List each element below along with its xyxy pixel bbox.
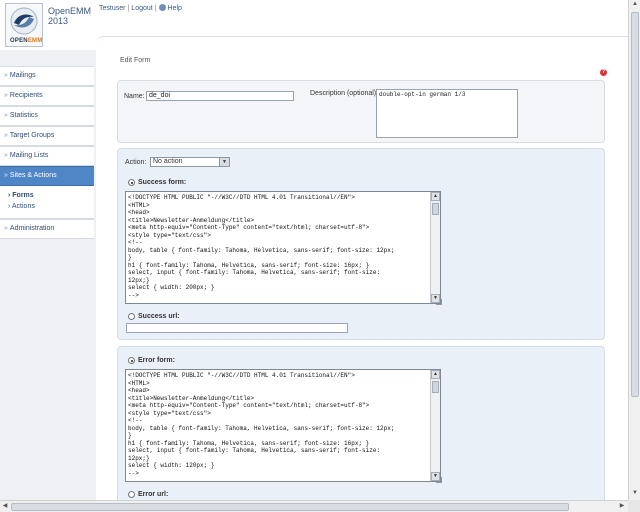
sidebar-subitem-forms[interactable]: › Forms bbox=[8, 190, 94, 201]
name-input[interactable]: de_doi bbox=[146, 91, 294, 101]
success-url-label: Success url: bbox=[138, 313, 180, 320]
error-panel: Error form: <!DOCTYPE HTML PUBLIC "-//W3… bbox=[117, 346, 605, 506]
chevron-right-icon: » bbox=[4, 225, 8, 232]
sidebar-subitem-actions[interactable]: › Actions bbox=[8, 201, 94, 212]
error-form-editor[interactable]: <!DOCTYPE HTML PUBLIC "-//W3C//DTD HTML … bbox=[125, 369, 441, 482]
scrollbar-thumb[interactable] bbox=[11, 503, 569, 511]
form-details-panel: Name: de_doi Description (optional): dou… bbox=[117, 80, 605, 143]
user-link[interactable]: Testuser bbox=[99, 5, 125, 12]
resize-grip-icon[interactable] bbox=[436, 477, 442, 483]
chevron-right-icon: » bbox=[4, 152, 8, 159]
scrollbar-thumb[interactable] bbox=[432, 381, 439, 393]
chevron-right-icon: » bbox=[4, 92, 8, 99]
sidebar-item-administration[interactable]: » Administration bbox=[0, 219, 94, 239]
sidebar: » Mailings » Recipients » Statistics » Targe… bbox=[0, 66, 94, 239]
success-url-input[interactable] bbox=[126, 323, 348, 333]
scroll-down-icon[interactable]: ▼ bbox=[631, 490, 639, 498]
sidebar-item-target-groups[interactable]: » Target Groups bbox=[0, 126, 94, 146]
editor-scrollbar[interactable]: ▲ ▼ bbox=[430, 370, 440, 481]
help-icon[interactable] bbox=[158, 4, 166, 11]
action-select-value: No action bbox=[153, 158, 183, 165]
scrollbar-corner bbox=[628, 500, 640, 512]
action-label: Action: bbox=[125, 159, 147, 166]
app-name: OpenEMM 2013 bbox=[48, 6, 91, 26]
chevron-right-icon: » bbox=[4, 172, 8, 179]
error-form-code[interactable]: <!DOCTYPE HTML PUBLIC "-//W3C//DTD HTML … bbox=[128, 372, 428, 479]
error-form-label: Error form: bbox=[138, 357, 175, 364]
sidebar-item-statistics[interactable]: » Statistics bbox=[0, 106, 94, 126]
sidebar-item-mailing-lists[interactable]: » Mailing Lists bbox=[0, 146, 94, 166]
editor-scrollbar[interactable]: ▲ ▼ bbox=[430, 192, 440, 303]
sidebar-item-sites-actions[interactable]: » Sites & Actions bbox=[0, 166, 94, 186]
success-form-code[interactable]: <!DOCTYPE HTML PUBLIC "-//W3C//DTD HTML … bbox=[128, 194, 428, 301]
scroll-right-icon[interactable]: ▶ bbox=[618, 502, 626, 510]
chevron-down-icon: ▼ bbox=[219, 158, 229, 166]
description-textarea[interactable]: double-opt-in german 1/3 bbox=[376, 89, 518, 138]
sidebar-item-recipients[interactable]: » Recipients bbox=[0, 86, 94, 106]
scroll-up-icon[interactable]: ▲ bbox=[431, 192, 440, 201]
chevron-right-icon: » bbox=[4, 112, 8, 119]
app-name-line1: OpenEMM bbox=[48, 6, 92, 16]
logo-swirl-icon bbox=[10, 7, 38, 35]
help-icon[interactable]: ? bbox=[600, 69, 607, 76]
chevron-right-icon: » bbox=[4, 72, 8, 79]
action-select[interactable]: No action ▼ bbox=[150, 157, 230, 167]
scroll-up-icon[interactable]: ▲ bbox=[631, 1, 639, 9]
sidebar-submenu: › Forms › Actions bbox=[0, 186, 94, 219]
logout-link[interactable]: Logout bbox=[131, 5, 152, 12]
scroll-left-icon[interactable]: ◀ bbox=[1, 502, 9, 510]
top-nav: Testuser | Logout | Help bbox=[99, 4, 182, 12]
window-vertical-scrollbar[interactable]: ▲ ▼ bbox=[628, 0, 640, 500]
scroll-up-icon[interactable]: ▲ bbox=[431, 370, 440, 379]
error-form-radio[interactable] bbox=[128, 357, 135, 364]
error-url-label: Error url: bbox=[138, 491, 169, 498]
scrollbar-thumb[interactable] bbox=[631, 12, 639, 397]
description-label: Description (optional): bbox=[310, 90, 379, 97]
chevron-right-icon: » bbox=[4, 132, 8, 139]
success-form-editor[interactable]: <!DOCTYPE HTML PUBLIC "-//W3C//DTD HTML … bbox=[125, 191, 441, 304]
openemm-logo[interactable]: OPENEMM bbox=[5, 3, 43, 47]
name-label: Name: bbox=[124, 93, 145, 100]
page-title: Edit Form bbox=[120, 57, 151, 64]
logo-text: OPENEMM bbox=[10, 38, 43, 44]
scrollbar-thumb[interactable] bbox=[432, 203, 439, 215]
success-url-radio[interactable] bbox=[128, 313, 135, 320]
app-name-line2: 2013 bbox=[48, 16, 69, 26]
window-horizontal-scrollbar[interactable]: ◀ ▶ bbox=[0, 500, 628, 512]
sidebar-item-mailings[interactable]: » Mailings bbox=[0, 66, 94, 86]
resize-grip-icon[interactable] bbox=[436, 299, 442, 305]
success-form-label: Success form: bbox=[138, 179, 187, 186]
help-link[interactable]: Help bbox=[168, 5, 182, 12]
success-form-radio[interactable] bbox=[128, 179, 135, 186]
error-url-radio[interactable] bbox=[128, 491, 135, 498]
success-panel: Action: No action ▼ Success form: <!DOCT… bbox=[117, 148, 605, 340]
